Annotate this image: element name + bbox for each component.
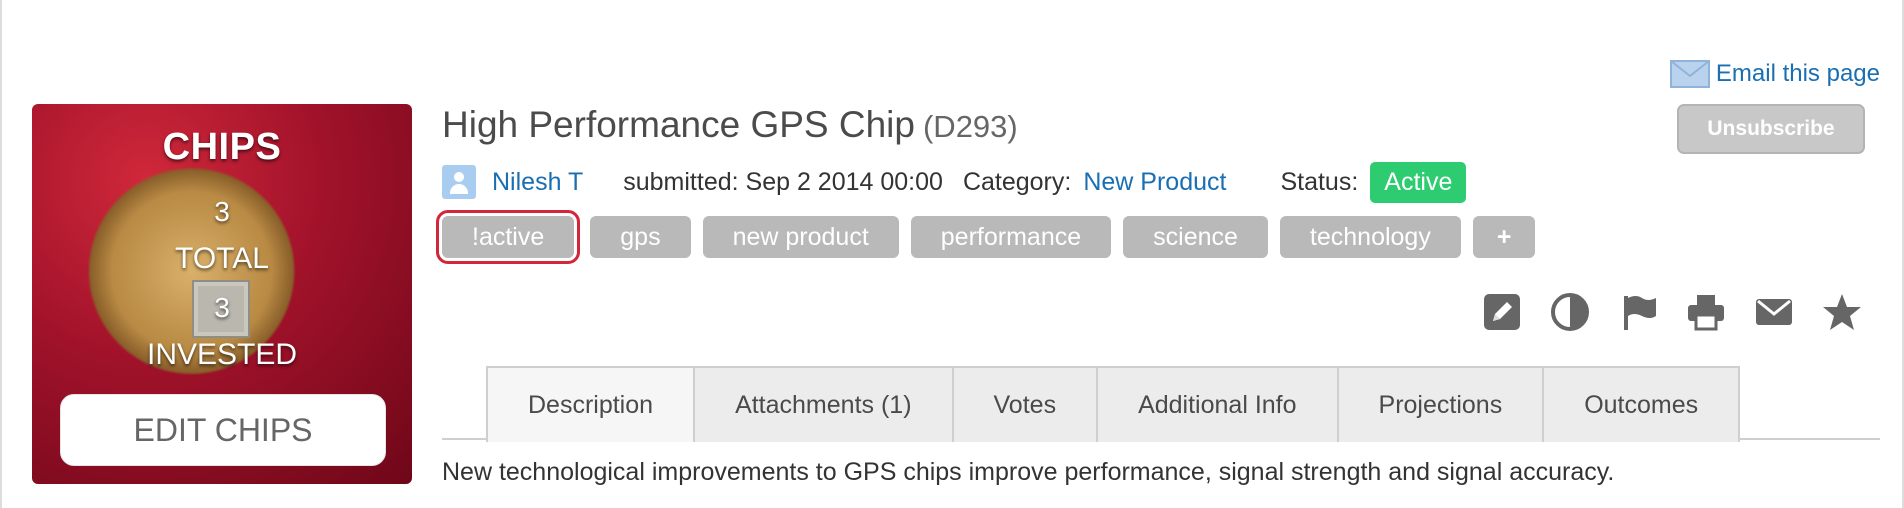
- description-text: New technological improvements to GPS ch…: [442, 458, 1615, 486]
- page-border-left: [0, 0, 2, 508]
- unsubscribe-button[interactable]: Unsubscribe: [1677, 104, 1865, 154]
- submitted-date: submitted: Sep 2 2014 00:00: [623, 167, 943, 196]
- mail-icon: [1669, 60, 1710, 88]
- chips-invested-label: INVESTED: [146, 338, 298, 371]
- tab-attachments[interactable]: Attachments (1): [693, 366, 954, 442]
- idea-meta: Nilesh T submitted: Sep 2 2014 00:00 Cat…: [442, 161, 1467, 203]
- print-icon[interactable]: [1684, 290, 1728, 334]
- star-icon[interactable]: [1820, 290, 1864, 334]
- category-label: Category:: [962, 167, 1072, 196]
- page-title: High Performance GPS Chip (D293): [442, 104, 1018, 146]
- chips-invested-value: 3: [214, 292, 230, 323]
- tag-technology[interactable]: technology: [1279, 216, 1461, 258]
- flag-icon[interactable]: [1616, 290, 1660, 334]
- contrast-icon[interactable]: [1548, 290, 1592, 334]
- email-page-link[interactable]: Email this page: [1669, 56, 1880, 92]
- add-tag-button[interactable]: +: [1472, 216, 1536, 258]
- tab-description[interactable]: Description: [486, 366, 696, 442]
- tag-active[interactable]: !active: [435, 210, 581, 264]
- status-badge: Active: [1370, 161, 1467, 203]
- tag-new-product[interactable]: new product: [702, 216, 899, 258]
- tag-gps[interactable]: gps: [590, 216, 691, 258]
- tab-additional-info[interactable]: Additional Info: [1096, 366, 1339, 442]
- envelope-icon[interactable]: [1752, 290, 1796, 334]
- tag-science[interactable]: science: [1123, 216, 1268, 258]
- status-label: Status:: [1280, 167, 1359, 196]
- idea-id: (D293): [922, 109, 1018, 144]
- chips-total-value: 3: [214, 196, 230, 227]
- chips-card: CHIPS 3 TOTAL 3 INVESTED EDIT CHIPS: [32, 104, 412, 484]
- author-link[interactable]: Nilesh T: [492, 168, 583, 197]
- idea-title: High Performance GPS Chip: [442, 104, 915, 145]
- action-toolbar: [1480, 290, 1888, 334]
- tag-performance[interactable]: performance: [910, 216, 1112, 258]
- email-page-label[interactable]: Email this page: [1716, 60, 1880, 88]
- chips-total-label: TOTAL: [175, 242, 269, 275]
- edit-icon[interactable]: [1480, 290, 1524, 334]
- tab-outcomes[interactable]: Outcomes: [1542, 366, 1741, 442]
- category-link[interactable]: New Product: [1083, 168, 1226, 197]
- edit-chips-button[interactable]: EDIT CHIPS: [60, 394, 386, 466]
- tab-votes[interactable]: Votes: [951, 366, 1099, 442]
- user-avatar-icon: [442, 165, 476, 199]
- chips-title: CHIPS: [162, 126, 282, 168]
- tag-list: !active gps new product performance scie…: [435, 210, 1547, 264]
- tab-projections[interactable]: Projections: [1336, 366, 1545, 442]
- tab-bar: Description Attachments (1) Votes Additi…: [486, 366, 1741, 442]
